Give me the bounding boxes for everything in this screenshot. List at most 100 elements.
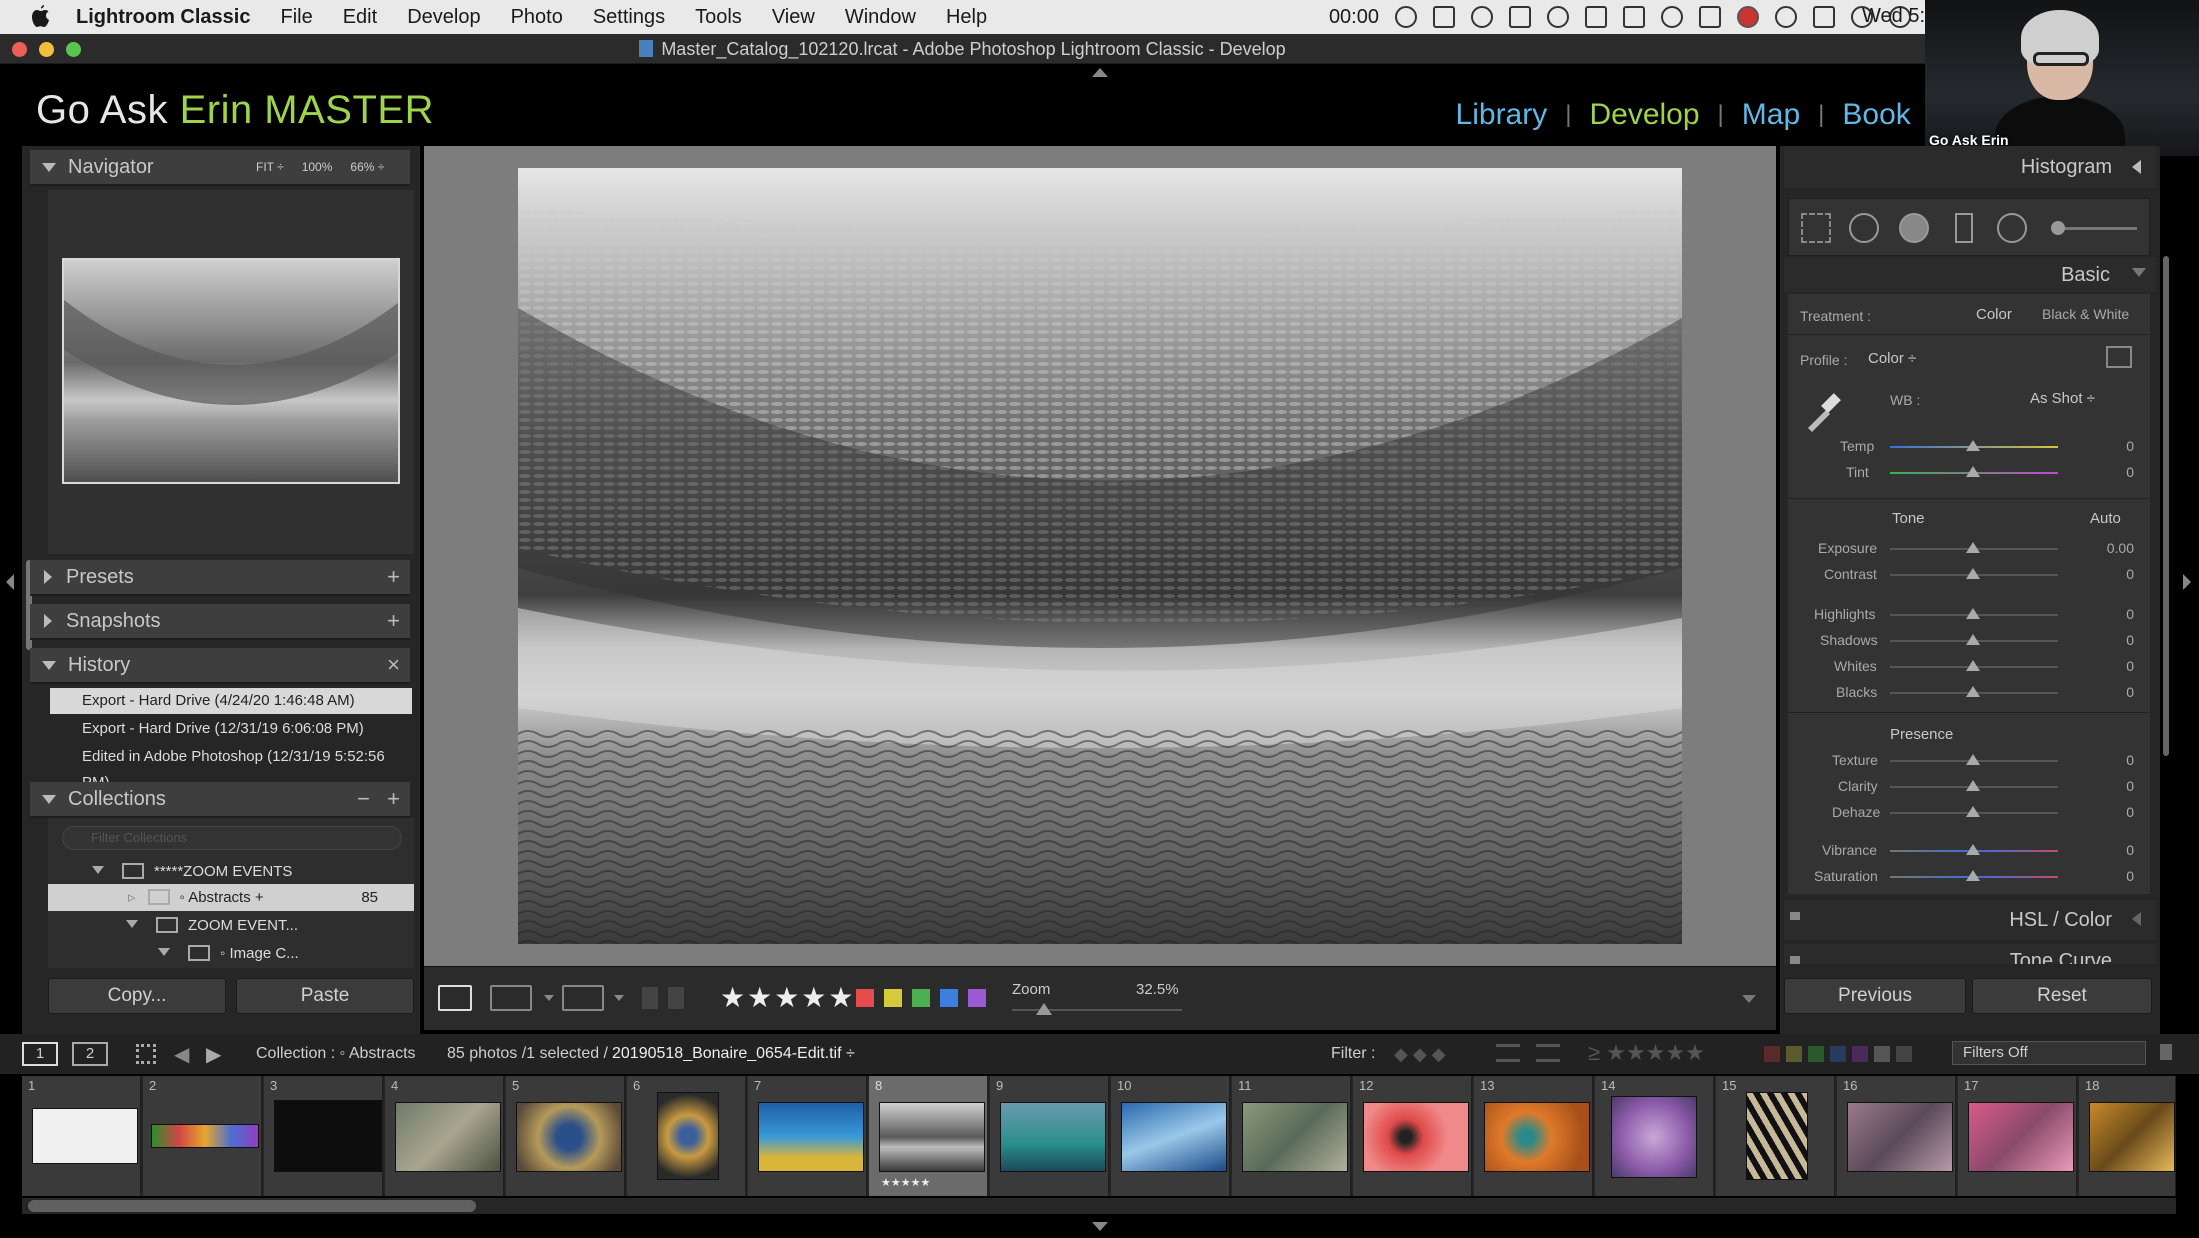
- apple-icon[interactable]: [28, 4, 54, 30]
- flag-filter-icons[interactable]: ◆ ◆ ◆: [1394, 1044, 1446, 1065]
- thumbnail-nautilus[interactable]: [657, 1092, 719, 1180]
- screen-icon[interactable]: [1433, 6, 1455, 28]
- filmstrip-cell[interactable]: 6: [627, 1076, 746, 1196]
- menu-develop[interactable]: Develop: [407, 6, 480, 29]
- filmstrip-cell[interactable]: 7: [748, 1076, 867, 1196]
- navigator-preview[interactable]: [62, 258, 400, 484]
- blacks-value[interactable]: 0: [2094, 684, 2134, 700]
- red-eye-icon[interactable]: [1899, 213, 1929, 243]
- color-label-blue[interactable]: [940, 989, 958, 1007]
- history-item[interactable]: Edited in Adobe Photoshop (12/31/19 5:52…: [50, 744, 412, 791]
- histogram-collapse-icon[interactable]: [2132, 160, 2141, 174]
- module-develop[interactable]: Develop: [1589, 98, 1699, 132]
- star-rating[interactable]: ★★★★★: [720, 981, 856, 1014]
- color-label-red[interactable]: [856, 989, 874, 1007]
- collection-set-row[interactable]: ◦ Image C...: [48, 940, 414, 967]
- expand-triangle-icon[interactable]: [126, 920, 138, 928]
- before-after-lr-button[interactable]: [490, 985, 532, 1011]
- thumbnail-fish-school[interactable]: [879, 1102, 985, 1172]
- basic-panel-header[interactable]: Basic: [1784, 258, 2156, 292]
- thumbnail-sponge[interactable]: [1847, 1102, 1953, 1172]
- right-panel-scrollbar[interactable]: [2163, 256, 2169, 756]
- contrast-value[interactable]: 0: [2094, 566, 2134, 582]
- module-library[interactable]: Library: [1456, 98, 1548, 132]
- whites-slider-thumb[interactable]: [1966, 660, 1980, 671]
- highlights-value[interactable]: 0: [2094, 606, 2134, 622]
- filters-off-dropdown[interactable]: Filters Off: [1952, 1041, 2146, 1065]
- color-label-purple[interactable]: [968, 989, 986, 1007]
- graduated-filter-icon[interactable]: [1955, 213, 1973, 243]
- auto-tone-button[interactable]: Auto: [2090, 510, 2121, 527]
- filmstrip-cell[interactable]: 15: [1716, 1076, 1835, 1196]
- filename-dropdown[interactable]: 20190518_Bonaire_0654-Edit.tif ÷: [612, 1045, 855, 1063]
- expand-triangle-icon[interactable]: [92, 866, 104, 874]
- filmstrip-cell[interactable]: 9: [990, 1076, 1109, 1196]
- primary-display-button[interactable]: 1: [22, 1042, 58, 1066]
- flag-pick-icon[interactable]: [642, 987, 658, 1009]
- radial-filter-icon[interactable]: [1997, 213, 2027, 243]
- unedited-filter-icon[interactable]: [1536, 1044, 1560, 1062]
- zoom-window-button[interactable]: [66, 42, 81, 57]
- bottom-panel-toggle-arrow[interactable]: [1092, 1222, 1108, 1231]
- shadows-value[interactable]: 0: [2094, 632, 2134, 648]
- info-icon[interactable]: [1661, 6, 1683, 28]
- wb-dropdown[interactable]: As Shot ÷: [2030, 390, 2095, 407]
- before-after-tb-menu-icon[interactable]: [614, 995, 624, 1001]
- menu-tools[interactable]: Tools: [695, 6, 742, 29]
- temp-slider-thumb[interactable]: [1966, 440, 1980, 451]
- filmstrip-cell[interactable]: 3: [264, 1076, 383, 1196]
- recording-icon[interactable]: [1737, 6, 1759, 28]
- saturation-slider-thumb[interactable]: [1966, 870, 1980, 881]
- minimize-window-button[interactable]: [39, 42, 54, 57]
- close-window-button[interactable]: [12, 42, 27, 57]
- paste-settings-button[interactable]: Paste: [236, 978, 414, 1014]
- history-item[interactable]: Export - Hard Drive (12/31/19 6:06:08 PM…: [50, 716, 412, 742]
- history-item[interactable]: Export - Hard Drive (4/24/20 1:46:48 AM): [50, 688, 412, 714]
- thumbnail-pink-coral[interactable]: [1968, 1102, 2074, 1172]
- zoom-fit-option[interactable]: FIT ÷: [256, 160, 284, 174]
- menu-app-name[interactable]: Lightroom Classic: [76, 6, 250, 29]
- snapshots-header[interactable]: Snapshots +: [30, 604, 410, 640]
- clear-history-button[interactable]: ×: [387, 652, 400, 678]
- rating-filter[interactable]: ≥ ★★★★★: [1588, 1040, 1705, 1066]
- loupe-view-button[interactable]: [438, 985, 472, 1011]
- filmstrip-cell[interactable]: 18: [2079, 1076, 2176, 1196]
- thumbnail-underwater[interactable]: [758, 1102, 864, 1172]
- filmstrip-cell[interactable]: 16: [1837, 1076, 1956, 1196]
- camera-icon[interactable]: [1623, 6, 1645, 28]
- profile-browser-icon[interactable]: [2106, 346, 2132, 368]
- menu-help[interactable]: Help: [946, 6, 987, 29]
- profile-dropdown[interactable]: Color ÷: [1868, 350, 1916, 367]
- tone-curve-switch-icon[interactable]: [1790, 956, 1800, 964]
- collection-row-selected[interactable]: ▹ ◦ Abstracts + 85: [48, 884, 414, 911]
- vibrance-value[interactable]: 0: [2094, 842, 2134, 858]
- thumbnail-orange-fish[interactable]: [1484, 1102, 1590, 1172]
- wb-eyedropper-icon[interactable]: [1802, 388, 1842, 432]
- filmstrip-cell-selected[interactable]: 8 ★★★★★: [869, 1076, 988, 1196]
- crop-tool-icon[interactable]: [1801, 213, 1831, 243]
- thumbnail-zebra[interactable]: [1746, 1092, 1808, 1180]
- tint-value[interactable]: 0: [2094, 464, 2134, 480]
- dehaze-slider-thumb[interactable]: [1966, 806, 1980, 817]
- clarity-slider-thumb[interactable]: [1966, 780, 1980, 791]
- filmstrip-cell[interactable]: 12: [1353, 1076, 1472, 1196]
- back-arrow-icon[interactable]: ◀: [174, 1042, 189, 1067]
- module-map[interactable]: Map: [1742, 98, 1800, 132]
- forward-arrow-icon[interactable]: ▶: [206, 1042, 221, 1067]
- thumbnail-purple[interactable]: [1611, 1096, 1697, 1178]
- thumbnail-document[interactable]: [32, 1108, 138, 1164]
- record-icon[interactable]: [1395, 6, 1417, 28]
- highlights-slider-thumb[interactable]: [1966, 608, 1980, 619]
- edit-filter-icon[interactable]: [1496, 1044, 1520, 1062]
- exposure-value[interactable]: 0.00: [2094, 540, 2134, 556]
- filmstrip-cell[interactable]: 13: [1474, 1076, 1593, 1196]
- basic-collapse-icon[interactable]: [2132, 268, 2146, 277]
- clarity-value[interactable]: 0: [2094, 778, 2134, 794]
- copy-settings-button[interactable]: Copy...: [48, 978, 226, 1014]
- before-after-tb-button[interactable]: [562, 985, 604, 1011]
- presets-header[interactable]: Presets +: [30, 560, 410, 596]
- expand-triangle-icon[interactable]: [158, 948, 170, 956]
- gear-icon[interactable]: [1775, 6, 1797, 28]
- collection-set-row[interactable]: ZOOM EVENT...: [48, 912, 414, 939]
- zoom-66-option[interactable]: 66% ÷: [350, 160, 384, 174]
